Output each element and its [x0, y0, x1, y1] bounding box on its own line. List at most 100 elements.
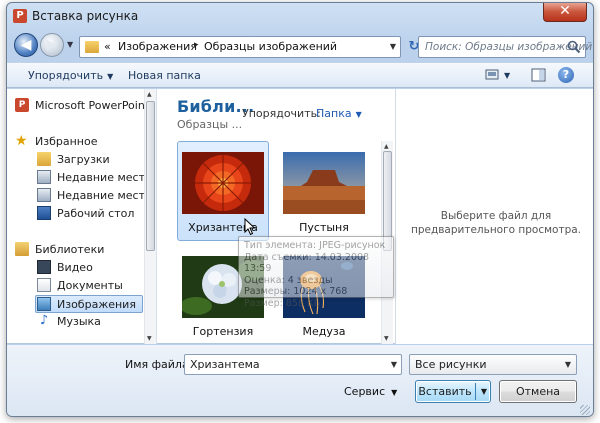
insert-picture-dialog: P Вставка рисунка ✕ ◀ ▶ ▼ « Изображения …: [6, 2, 594, 417]
insert-label: Вставить: [418, 385, 472, 398]
sidebar-item-documents[interactable]: Документы: [37, 277, 143, 295]
scroll-up-icon[interactable]: ▲: [147, 91, 152, 98]
breadcrumb-separator[interactable]: ▸: [194, 40, 199, 50]
sidebar-item-label: Библиотеки: [35, 243, 105, 256]
sidebar-item-video[interactable]: Видео: [37, 259, 143, 277]
search-icon[interactable]: [566, 39, 582, 55]
address-dropdown-icon[interactable]: ▼: [390, 42, 396, 51]
sidebar-item-recent-places-2[interactable]: Недавние места: [37, 187, 152, 205]
scroll-down-icon[interactable]: ▼: [384, 335, 389, 342]
desktop-icon: [37, 206, 51, 220]
desert-thumbnail: [283, 152, 365, 214]
tools-button[interactable]: Сервис ▼: [344, 385, 397, 398]
title-bar: P Вставка рисунка ✕: [7, 3, 593, 29]
sidebar-item-favorites[interactable]: ★ Избранное: [15, 133, 143, 151]
sidebar-item-label: Недавние места: [57, 171, 152, 184]
sidebar-item-libraries[interactable]: Библиотеки: [15, 241, 143, 259]
sidebar-item-label: Изображения: [57, 298, 136, 311]
sidebar-item-label: Видео: [57, 261, 93, 274]
chevron-down-icon: ▼: [391, 388, 398, 397]
file-tile-desert[interactable]: Пустыня: [278, 141, 370, 241]
sidebar-item-label: Загрузки: [57, 153, 110, 166]
scroll-up-icon[interactable]: ▲: [384, 143, 389, 150]
search-box[interactable]: Поиск: Образцы изображений: [418, 36, 592, 58]
view-options-icon[interactable]: [485, 68, 501, 82]
powerpoint-icon: P: [15, 98, 29, 112]
resize-grip[interactable]: [580, 405, 590, 415]
downloads-icon: [37, 152, 51, 166]
chrysanthemum-thumbnail: [182, 152, 264, 214]
video-icon: [37, 260, 51, 274]
recent-places-icon: [37, 170, 51, 184]
chevron-down-icon: ▼: [564, 360, 571, 369]
sidebar-item-desktop[interactable]: Рабочий стол: [37, 205, 143, 223]
insert-button[interactable]: Вставить ▼: [415, 380, 491, 403]
sidebar-item-pictures[interactable]: Изображения: [35, 295, 143, 313]
sidebar-item-label: Недавние места: [57, 189, 152, 202]
sidebar-scrollbar[interactable]: ▲ ▼: [144, 89, 156, 344]
chevron-down-icon: ▼: [107, 72, 114, 81]
documents-icon: [37, 278, 51, 292]
file-info-tooltip: Тип элемента: JPEG-рисунок Дата съемки: …: [238, 236, 394, 309]
insert-options-dropdown-icon[interactable]: ▼: [481, 387, 487, 396]
sidebar-item-recent-places[interactable]: Недавние места: [37, 169, 152, 187]
star-icon: ★: [15, 133, 28, 149]
preview-message: Выберите файл для предварительного просм…: [410, 210, 582, 236]
filename-label: Имя файла:: [125, 358, 193, 371]
dialog-footer: Имя файла: Хризантема ▼ Все рисунки ▼ Се…: [7, 345, 593, 416]
file-type-select[interactable]: Все рисунки ▼: [409, 354, 577, 375]
sidebar-scroll-thumb[interactable]: [146, 101, 155, 251]
sidebar-item-label: Документы: [57, 279, 123, 292]
navigation-row: ◀ ▶ ▼ « Изображения ▸ Образцы изображени…: [7, 30, 593, 64]
tooltip-line: Размеры: 1024 x 768: [244, 286, 348, 297]
folder-icon: [85, 41, 99, 53]
forward-button[interactable]: ▶: [40, 33, 64, 57]
close-button[interactable]: ✕: [543, 3, 587, 22]
file-name: Гортензия: [192, 325, 254, 338]
new-folder-button[interactable]: Новая папка: [128, 69, 201, 82]
library-subtitle: Образцы ...: [177, 118, 243, 131]
arrange-by-dropdown[interactable]: Папка ▼: [316, 107, 362, 120]
preview-pane: Выберите файл для предварительного просм…: [395, 89, 593, 344]
view-dropdown-icon[interactable]: ▼: [504, 71, 510, 80]
pictures-icon: [37, 297, 51, 311]
powerpoint-app-icon: P: [13, 9, 27, 23]
recent-pages-dropdown[interactable]: ▼: [67, 40, 73, 49]
organize-button[interactable]: Упорядочить ▼: [28, 69, 113, 82]
scroll-down-icon[interactable]: ▼: [147, 335, 152, 342]
preview-pane-icon[interactable]: [531, 68, 547, 82]
recent-places-icon: [37, 188, 51, 202]
breadcrumb-sample-pictures[interactable]: Образцы изображений: [204, 40, 337, 53]
sidebar-item-music[interactable]: ♪ Музыка: [37, 313, 143, 331]
file-name: Медуза: [302, 325, 346, 338]
file-name: Пустыня: [299, 221, 349, 234]
navigation-pane: P Microsoft PowerPoint ★ Избранное Загрузк…: [7, 89, 157, 344]
address-bar[interactable]: « Изображения ▸ Образцы изображений ▼: [79, 36, 401, 58]
split-divider: [475, 383, 476, 400]
tools-label: Сервис: [344, 385, 386, 398]
filename-value[interactable]: Хризантема: [190, 358, 260, 371]
cancel-button[interactable]: Отмена: [499, 380, 577, 403]
mouse-cursor-icon: [244, 218, 256, 236]
tooltip-line: Тип элемента: JPEG-рисунок: [244, 240, 386, 251]
file-type-value: Все рисунки: [415, 358, 487, 371]
breadcrumb-overflow[interactable]: «: [104, 40, 111, 53]
arrange-by-label: Упорядочить:: [242, 107, 321, 120]
sidebar-item-powerpoint[interactable]: P Microsoft PowerPoint: [15, 97, 149, 115]
command-bar: Упорядочить ▼ Новая папка ▼ ?: [7, 62, 593, 88]
sidebar-item-downloads[interactable]: Загрузки: [37, 151, 143, 169]
filename-dropdown-icon[interactable]: ▼: [391, 360, 397, 369]
libraries-icon: [15, 242, 29, 256]
help-icon[interactable]: ?: [558, 67, 574, 83]
back-button[interactable]: ◀: [14, 33, 38, 57]
sidebar-item-label: Рабочий стол: [57, 207, 135, 220]
breadcrumb-pictures[interactable]: Изображения: [118, 40, 197, 53]
sidebar-item-label: Избранное: [35, 135, 98, 148]
organize-label: Упорядочить: [28, 69, 104, 82]
sidebar-item-label: Microsoft PowerPoint: [35, 99, 150, 112]
tooltip-line: Оценка: 4 звезды: [244, 274, 333, 286]
arrange-by-value: Папка: [316, 107, 352, 120]
music-icon: ♪: [39, 313, 49, 328]
filename-field[interactable]: Хризантема ▼: [184, 354, 402, 375]
chevron-down-icon: ▼: [355, 110, 362, 119]
